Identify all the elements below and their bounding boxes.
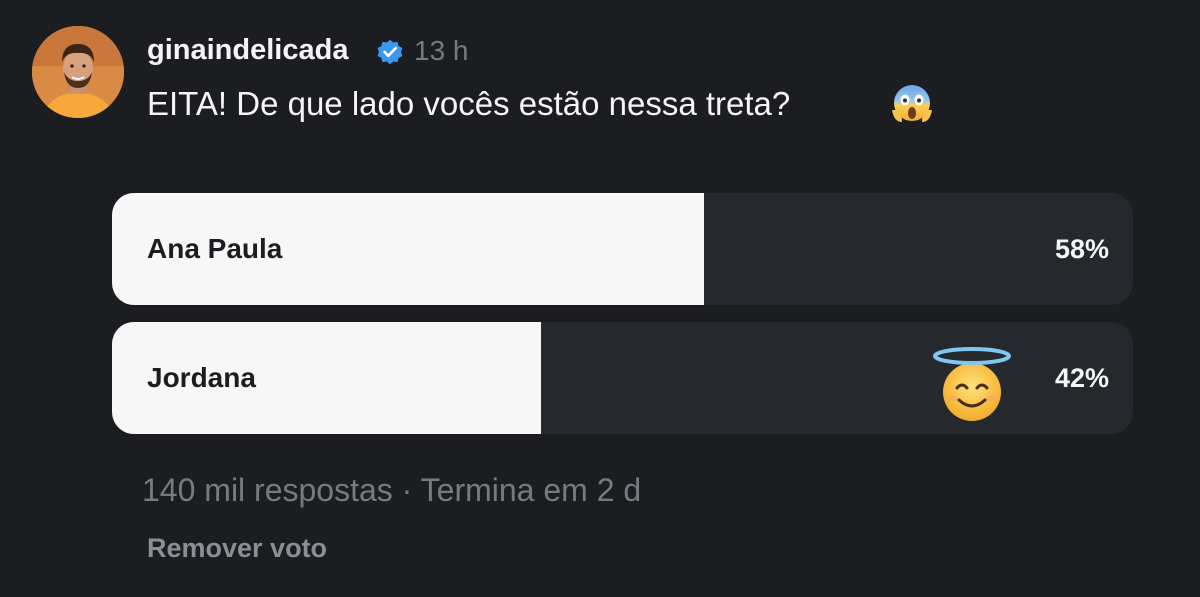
verified-badge-icon	[377, 39, 403, 65]
post-text: EITA! De que lado vocês estão nessa tret…	[147, 85, 790, 123]
remove-vote-button[interactable]: Remover voto	[147, 533, 327, 564]
poll-option-percent: 42%	[1054, 363, 1109, 393]
poll-option-label: Ana Paula	[147, 233, 283, 264]
poll-option-jordana[interactable]: Jordana 42%	[112, 322, 1133, 434]
poll-option-label: Jordana	[147, 362, 256, 393]
post-time: 13 h	[414, 35, 469, 66]
username[interactable]: ginaindelicada	[147, 34, 348, 67]
screaming-face-emoji-icon	[892, 85, 932, 122]
poll-option-ana-paula[interactable]: Ana Paula 58%	[112, 193, 1133, 305]
poll-option-percent: 58%	[1054, 234, 1109, 264]
poll-meta: 140 mil respostas · Termina em 2 d	[142, 472, 642, 508]
smiling-face-with-halo-emoji-icon	[933, 347, 1011, 421]
post-text-content: EITA! De que lado vocês estão nessa tret…	[147, 85, 791, 122]
avatar[interactable]	[32, 26, 124, 118]
avatar-image	[32, 26, 124, 118]
